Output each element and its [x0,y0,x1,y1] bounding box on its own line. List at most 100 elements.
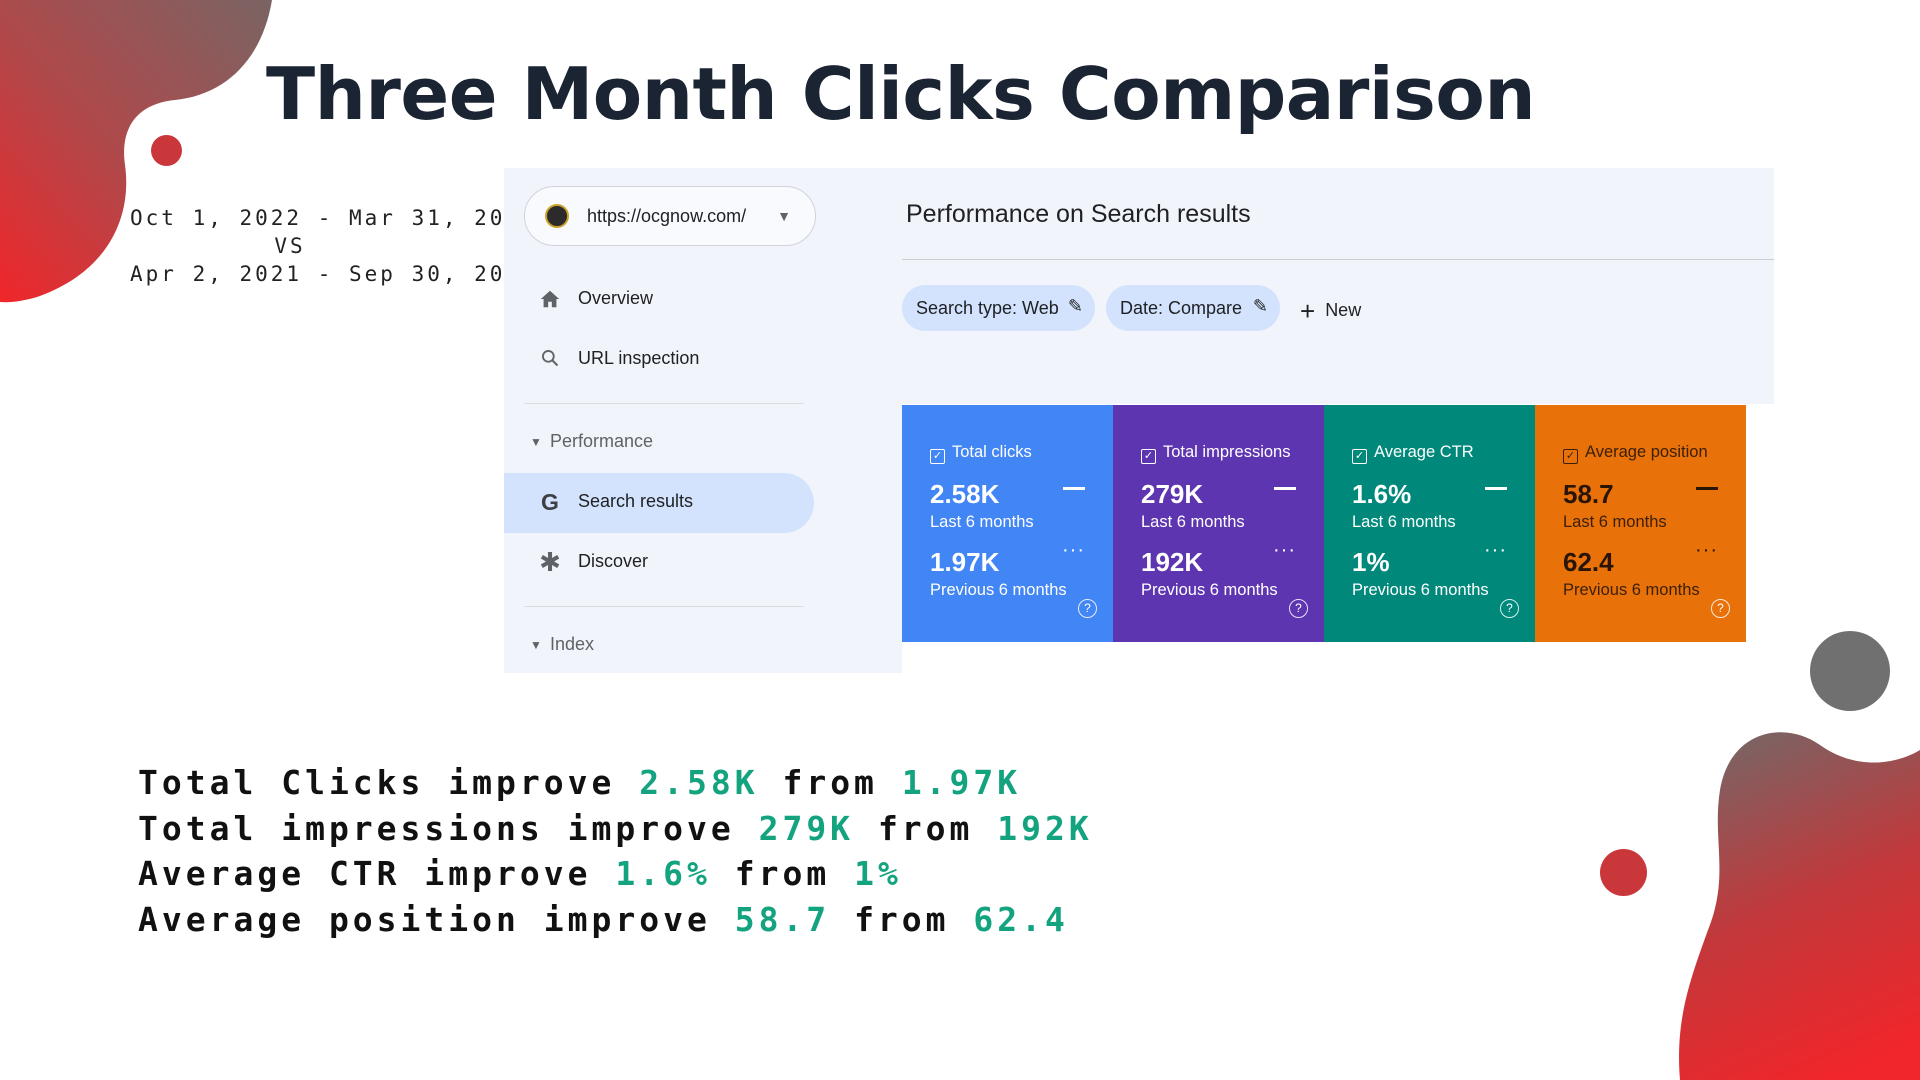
metric-current-label: Last 6 months [930,513,1034,531]
summary-lead: Average position improve [138,899,711,939]
summary-line-ctr: Average CTR improve 1.6% from 1% [138,851,1093,897]
help-icon[interactable]: ? [1500,599,1519,618]
filter-chip-label: Date: Compare [1120,298,1243,318]
metric-current-value: 2.58K [930,479,1000,509]
summary-list: Total Clicks improve 2.58K from 1.97K To… [138,760,1093,942]
metric-previous-value: 192K [1141,547,1204,577]
sidebar-divider [524,606,804,607]
metric-previous-value: 1.97K [930,547,1000,577]
metric-previous-label: Previous 6 months [1352,581,1489,599]
metric-card-total-impressions[interactable]: ✓ Total impressions 279K Last 6 months 19… [1113,405,1324,642]
help-icon[interactable]: ? [1289,599,1308,618]
summary-old-value: 62.4 [973,899,1069,939]
dropdown-caret-icon: ▼ [777,208,791,224]
summary-from: from [854,899,950,939]
help-icon[interactable]: ? [1711,599,1730,618]
metric-card-label: Average position [1585,443,1708,461]
caret-down-icon: ▼ [530,638,542,652]
metric-card-header: ✓ Average CTR [1352,443,1474,464]
checkbox-checked-icon: ✓ [930,449,945,464]
new-filter-label: New [1325,300,1362,320]
summary-line-impressions: Total impressions improve 279K from 192K [138,806,1093,852]
home-icon [538,288,562,316]
metric-previous-value: 62.4 [1563,547,1614,577]
checkbox-checked-icon: ✓ [1563,449,1578,464]
metric-current-value: 279K [1141,479,1204,509]
metric-card-header: ✓ Total impressions [1141,443,1290,464]
sidebar-section-performance[interactable]: ▼ Performance [504,413,814,473]
summary-new-value: 2.58K [639,763,759,802]
summary-from: from [734,854,831,893]
summary-new-value: 58.7 [734,899,831,939]
summary-from: from [782,763,878,802]
sidebar-section-label: Index [550,634,595,654]
metric-current-label: Last 6 months [1141,513,1245,531]
metric-previous-label: Previous 6 months [930,581,1067,599]
caret-down-icon: ▼ [530,435,542,449]
dashed-line-legend-icon: ··· [1273,539,1296,561]
summary-line-clicks: Total Clicks improve 2.58K from 1.97K [138,760,1093,806]
checkbox-checked-icon: ✓ [1352,449,1367,464]
dashed-line-legend-icon: ··· [1484,539,1507,561]
slide-title: Three Month Clicks Comparison [266,52,1536,136]
metric-previous-label: Previous 6 months [1563,581,1700,599]
property-selector[interactable]: https://ocgnow.com/ ▼ [524,186,816,246]
dashed-line-legend-icon: ··· [1062,539,1085,561]
sidebar-item-label: Discover [578,551,649,571]
filter-chip-search-type[interactable]: Search type: Web ✎ [902,285,1095,331]
google-g-icon: G [541,489,559,515]
summary-new-value: 279K [758,808,855,848]
summary-old-value: 192K [997,808,1093,848]
search-icon [538,348,562,374]
summary-line-position: Average position improve 58.7 from 62.4 [138,897,1093,943]
asterisk-icon: ✱ [539,547,561,577]
sidebar-item-search-results[interactable]: G Search results [504,473,814,533]
metric-card-label: Average CTR [1374,443,1474,461]
decorative-dot-gray [1810,631,1890,711]
decorative-blob-bottom-right [1679,732,1920,1080]
site-logo-icon [545,204,569,228]
metric-current-value: 1.6% [1352,479,1412,509]
metric-card-total-clicks[interactable]: ✓ Total clicks 2.58K Last 6 months 1.97K … [902,405,1113,642]
pencil-icon: ✎ [1252,296,1268,316]
metric-card-label: Total clicks [952,443,1032,461]
dashed-line-legend-icon: ··· [1695,539,1718,561]
solid-line-legend-icon [1485,487,1507,490]
new-filter-button[interactable]: + New [1300,296,1361,327]
summary-lead: Total impressions improve [138,808,735,848]
solid-line-legend-icon [1274,487,1296,490]
summary-lead: Average CTR improve [138,854,592,893]
metric-card-label: Total impressions [1163,443,1291,461]
summary-old-value: 1.97K [901,763,1022,802]
metric-card-average-position[interactable]: ✓ Average position 58.7 Last 6 months 62.… [1535,405,1746,642]
sidebar-item-url-inspection[interactable]: URL inspection [504,330,814,390]
date-range-current: Oct 1, 2022 - Mar 31, 2022 [130,206,537,230]
plus-icon: + [1300,296,1316,326]
metric-previous-label: Previous 6 months [1141,581,1278,599]
sidebar-section-index[interactable]: ▼ Index [504,616,814,676]
decorative-dot-red-bottom [1600,849,1647,896]
metric-card-header: ✓ Average position [1563,443,1708,464]
sidebar-item-discover[interactable]: ✱ Discover [504,533,814,593]
summary-new-value: 1.6% [615,854,711,893]
sidebar-item-overview[interactable]: Overview [504,270,814,330]
sidebar-item-label: Overview [578,288,654,308]
metric-card-average-ctr[interactable]: ✓ Average CTR 1.6% Last 6 months 1% Previ… [1324,405,1535,642]
help-icon[interactable]: ? [1078,599,1097,618]
decorative-dot-red-top [151,135,182,166]
date-range-previous: Apr 2, 2021 - Sep 30, 2021 [130,262,537,286]
summary-old-value: 1% [854,854,902,893]
sidebar-item-label: Search results [578,491,694,511]
metric-current-value: 58.7 [1563,479,1614,509]
sidebar-divider [524,403,804,404]
sidebar-item-label: URL inspection [578,348,700,368]
solid-line-legend-icon [1063,487,1085,490]
page-title: Performance on Search results [906,200,1251,228]
date-range: Oct 1, 2022 - Mar 31, 2022 VS Apr 2, 202… [130,204,537,288]
sidebar: https://ocgnow.com/ ▼ Overview URL inspe… [504,168,902,673]
metric-current-label: Last 6 months [1352,513,1456,531]
date-range-vs: VS [274,234,306,258]
solid-line-legend-icon [1696,487,1718,490]
metric-previous-value: 1% [1352,547,1390,577]
filter-chip-date[interactable]: Date: Compare ✎ [1106,285,1280,331]
